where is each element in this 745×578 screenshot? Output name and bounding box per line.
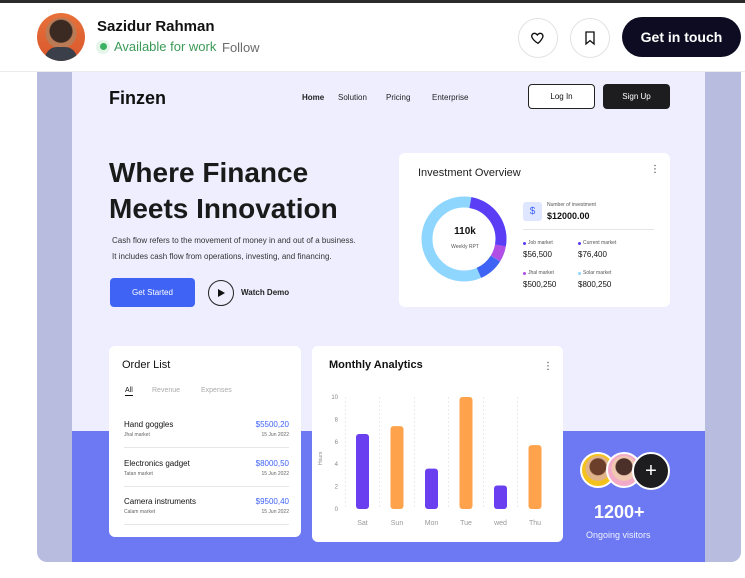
- top-divider: [0, 0, 745, 3]
- nav-enterprise[interactable]: Enterprise: [432, 93, 468, 102]
- order-name: Electronics gadget: [124, 459, 190, 468]
- market-value: $76,400: [578, 250, 607, 259]
- order-date: 15 Jun 2022: [261, 471, 289, 477]
- order-amount: $8000,50: [255, 459, 289, 468]
- bar: [425, 468, 438, 509]
- order-date: 15 Jun 2022: [261, 509, 289, 515]
- follow-link[interactable]: Follow: [222, 40, 260, 55]
- get-in-touch-button[interactable]: Get in touch: [622, 17, 741, 57]
- market-label: Jhal market: [523, 270, 554, 276]
- nav-solution[interactable]: Solution: [338, 93, 367, 102]
- availability-label: Available for work: [114, 39, 217, 54]
- order-amount: $9500,40: [255, 497, 289, 506]
- market-label: Job market: [523, 240, 553, 246]
- bar: [390, 426, 404, 509]
- donut-label: Weekly RPT: [451, 244, 479, 250]
- analytics-chart: Hours 0 2 4 6 8 10 Sat Sun Mon Tue wed Thu: [318, 395, 542, 527]
- x-tick-label: Sun: [391, 520, 404, 527]
- x-tick-label: Sat: [357, 520, 368, 527]
- status-dot-icon: [96, 39, 110, 54]
- investment-count-label: Number of investment: [547, 202, 596, 208]
- more-icon[interactable]: ⋮: [543, 361, 553, 372]
- get-started-button[interactable]: Get Started: [110, 278, 195, 307]
- market-value: $800,250: [578, 280, 612, 289]
- availability-status: Available for work: [96, 39, 216, 54]
- order-list-title: Order List: [122, 359, 171, 371]
- signup-button[interactable]: Sign Up: [603, 84, 670, 109]
- author-name[interactable]: Sazidur Rahman: [97, 18, 215, 35]
- x-tick-label: Mon: [425, 520, 439, 527]
- row-divider: [124, 447, 289, 448]
- bar: [528, 445, 542, 509]
- hero-subtitle: Cash flow refers to the movement of mone…: [112, 233, 402, 265]
- bookmark-icon: [585, 31, 595, 46]
- hero-subtitle-line1: Cash flow refers to the movement of mone…: [112, 236, 356, 245]
- bar: [494, 485, 507, 509]
- tab-revenue[interactable]: Revenue: [152, 387, 180, 394]
- play-icon[interactable]: [208, 280, 234, 306]
- heart-icon: [531, 32, 544, 45]
- visitors-label: Ongoing visitors: [586, 530, 651, 540]
- order-market: Jhal market: [124, 432, 150, 438]
- row-divider: [124, 486, 289, 487]
- more-icon[interactable]: ⋮: [650, 164, 660, 175]
- login-button[interactable]: Log In: [528, 84, 595, 109]
- y-tick-label: 2: [335, 485, 339, 491]
- bar: [356, 433, 369, 509]
- investment-donut: [421, 196, 507, 282]
- hero-title-line2: Meets Innovation: [109, 193, 338, 224]
- x-tick-label: Thu: [529, 520, 541, 527]
- hero-title: Where Finance Meets Innovation: [109, 155, 399, 227]
- analytics-title: Monthly Analytics: [329, 359, 423, 371]
- order-amount: $5500,20: [255, 420, 289, 429]
- x-tick-label: Tue: [460, 520, 472, 527]
- visitors-count: 1200+: [594, 502, 645, 522]
- order-name: Camera instruments: [124, 497, 197, 506]
- add-visitor-icon[interactable]: +: [632, 452, 670, 490]
- nav-pricing[interactable]: Pricing: [386, 93, 410, 102]
- market-value: $56,500: [523, 250, 552, 259]
- y-tick-label: 10: [331, 395, 338, 401]
- market-value: $500,250: [523, 280, 557, 289]
- investment-title: Investment Overview: [418, 167, 521, 179]
- hero-subtitle-line2: It includes cash flow from operations, i…: [112, 252, 332, 261]
- nav-home[interactable]: Home: [302, 93, 324, 102]
- watch-demo-link[interactable]: Watch Demo: [241, 288, 289, 297]
- finzen-logo[interactable]: Finzen: [109, 88, 166, 109]
- order-market: Calam market: [124, 509, 156, 515]
- investment-count-value: $12000.00: [547, 211, 590, 221]
- order-market: Tatan market: [124, 471, 153, 477]
- market-label: Solar market: [578, 270, 611, 276]
- dollar-icon: $: [523, 202, 542, 221]
- like-button[interactable]: [518, 18, 558, 58]
- bar: [459, 397, 473, 509]
- order-date: 15 Jun 2022: [261, 432, 289, 438]
- row-divider: [124, 524, 289, 525]
- donut-value: 110k: [454, 226, 476, 237]
- y-tick-label: 8: [335, 417, 339, 423]
- author-avatar[interactable]: [37, 13, 85, 61]
- y-axis-title: Hours: [318, 451, 324, 465]
- order-name: Hand goggles: [124, 420, 174, 429]
- tab-expenses[interactable]: Expenses: [201, 387, 232, 394]
- y-tick-label: 0: [335, 507, 339, 513]
- investment-divider: [523, 229, 654, 230]
- hero-title-line1: Where Finance: [109, 157, 309, 188]
- market-label: Current market: [578, 240, 616, 246]
- tab-all[interactable]: All: [125, 387, 133, 396]
- y-tick-label: 6: [335, 440, 339, 446]
- y-tick-label: 4: [335, 462, 339, 468]
- x-tick-label: wed: [493, 520, 507, 527]
- save-button[interactable]: [570, 18, 610, 58]
